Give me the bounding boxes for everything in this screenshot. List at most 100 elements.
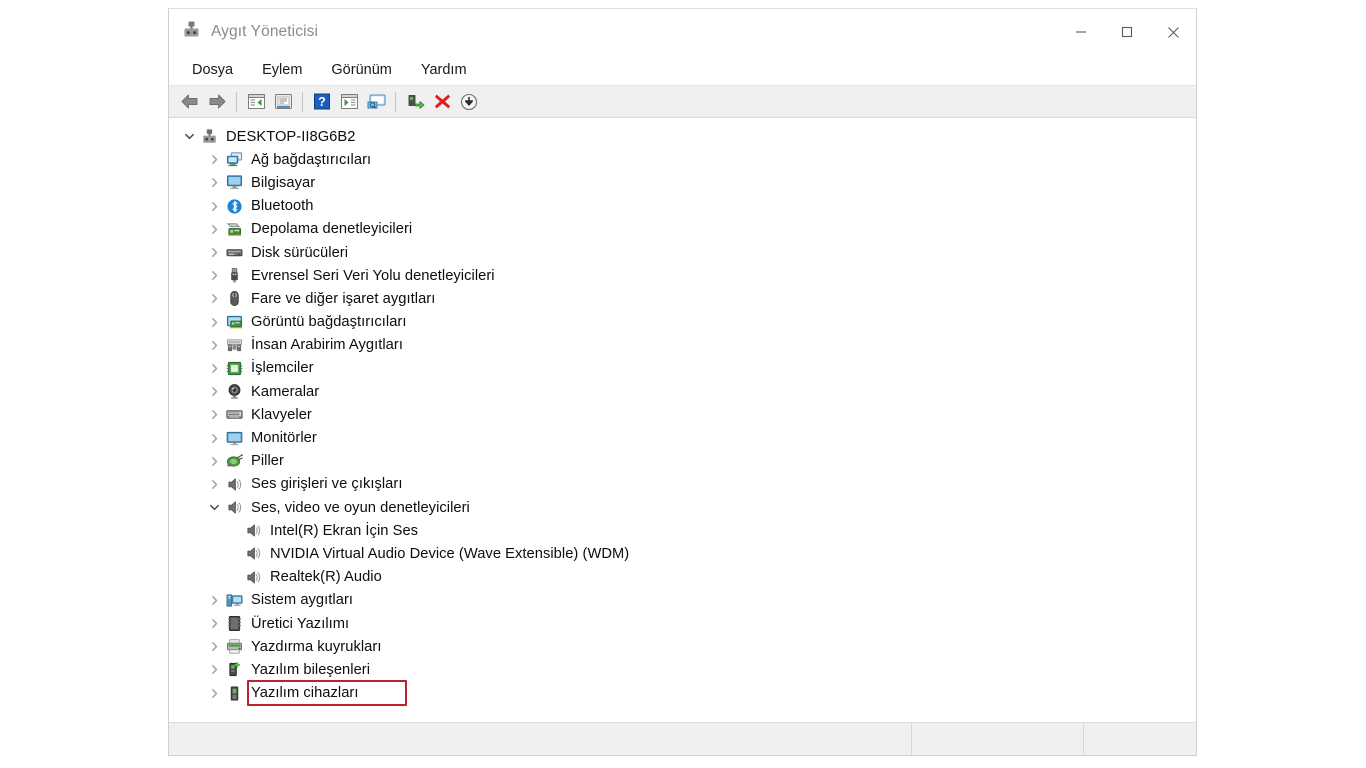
scan-hardware-icon[interactable] [363,89,389,114]
tree-row-network-adapters[interactable]: Ağ bağdaştırıcıları [169,148,1196,171]
tree-node-label: Yazılım cihazları [251,685,359,702]
tree-node-label: Ses, video ve oyun denetleyicileri [251,499,470,516]
tree-row-software-components[interactable]: Yazılım bileşenleri [169,658,1196,681]
menu-item-eylem[interactable]: Eylem [252,59,312,81]
tree-node-label: Depolama denetleyicileri [251,221,413,238]
tree-row-usb-controllers[interactable]: Evrensel Seri Veri Yolu denetleyicileri [169,264,1196,287]
tree-row-computer[interactable]: Bilgisayar [169,171,1196,194]
tree-node-label: Evrensel Seri Veri Yolu denetleyicileri [251,267,495,284]
chevron-right-icon[interactable] [205,688,223,699]
chevron-right-icon[interactable] [205,247,223,258]
chevron-right-icon[interactable] [205,224,223,235]
tree-node-label: Bilgisayar [251,174,316,191]
minimize-button[interactable] [1058,9,1104,55]
tree-row-mice[interactable]: Fare ve diğer işaret aygıtları [169,287,1196,310]
tree-row-keyboards[interactable]: Klavyeler [169,403,1196,426]
tree-row-print-queues[interactable]: Yazdırma kuyrukları [169,635,1196,658]
maximize-button[interactable] [1104,9,1150,55]
title-bar: Aygıt Yöneticisi [169,9,1196,55]
camera-icon [223,383,245,401]
speaker-icon [223,475,245,493]
tree-row-intel-display-audio[interactable]: Intel(R) Ekran İçin Ses [169,519,1196,542]
software-component-icon [223,661,245,679]
chevron-right-icon[interactable] [205,201,223,212]
speaker-icon [242,522,264,540]
tree-row-bluetooth[interactable]: Bluetooth [169,195,1196,218]
tree-node-label: Intel(R) Ekran İçin Ses [270,522,419,539]
menu-item-gorunum[interactable]: Görünüm [321,59,401,81]
menu-item-yardim[interactable]: Yardım [411,59,477,81]
chevron-right-icon[interactable] [205,409,223,420]
chevron-right-icon[interactable] [205,177,223,188]
download-driver-icon[interactable] [456,89,482,114]
chevron-right-icon[interactable] [205,293,223,304]
menu-bar: Dosya Eylem Görünüm Yardım [169,55,1196,86]
chevron-right-icon[interactable] [205,270,223,281]
tree-node-label: Disk sürücüleri [251,244,349,261]
tree-node-label: Realtek(R) Audio [270,569,382,586]
status-pane-main [169,723,912,755]
title-bar-left: Aygıt Yöneticisi [169,20,318,44]
tree-node-label: İnsan Arabirim Aygıtları [251,337,403,354]
bluetooth-icon [223,197,245,215]
tree-row-hid[interactable]: İnsan Arabirim Aygıtları [169,334,1196,357]
chevron-right-icon[interactable] [205,618,223,629]
chevron-right-icon[interactable] [205,154,223,165]
tree-node-label: Yazılım bileşenleri [251,661,371,678]
tree-node-label: Üretici Yazılımı [251,615,350,632]
chevron-right-icon[interactable] [205,340,223,351]
device-tree[interactable]: DESKTOP-II8G6B2 Ağ bağdaştırıcıları Bilg… [169,118,1196,722]
chevron-right-icon[interactable] [205,456,223,467]
update-driver-icon[interactable] [402,89,428,114]
speaker-icon [242,545,264,563]
chevron-right-icon[interactable] [205,386,223,397]
tree-row-software-devices[interactable]: Yazılım cihazları [169,682,1196,705]
properties-panel-icon[interactable] [243,89,269,114]
tree-node-label: Sistem aygıtları [251,592,354,609]
forward-arrow-icon[interactable] [204,89,230,114]
tree-node-label: Monitörler [251,430,317,447]
chevron-right-icon[interactable] [205,433,223,444]
tree-row-audio-inputs-outputs[interactable]: Ses girişleri ve çıkışları [169,473,1196,496]
chevron-right-icon[interactable] [205,641,223,652]
tree-row-processors[interactable]: İşlemciler [169,357,1196,380]
tree-row-monitors[interactable]: Monitörler [169,426,1196,449]
help-document-icon[interactable] [270,89,296,114]
tree-row-realtek-audio[interactable]: Realtek(R) Audio [169,566,1196,589]
processor-icon [223,359,245,377]
tree-row-nvidia-virtual-audio[interactable]: NVIDIA Virtual Audio Device (Wave Extens… [169,542,1196,565]
tree-row-firmware[interactable]: Üretici Yazılımı [169,612,1196,635]
chevron-right-icon[interactable] [205,664,223,675]
chevron-down-icon[interactable] [205,502,223,513]
chevron-right-icon[interactable] [205,479,223,490]
display-adapter-icon [223,313,245,331]
close-button[interactable] [1150,9,1196,55]
tree-row-sound-video-game-controllers[interactable]: Ses, video ve oyun denetleyicileri [169,496,1196,519]
menu-item-dosya[interactable]: Dosya [182,59,243,81]
tree-row-storage-controllers[interactable]: Depolama denetleyicileri [169,218,1196,241]
software-device-icon [223,684,245,702]
tree-row-root[interactable]: DESKTOP-II8G6B2 [169,125,1196,148]
network-adapter-icon [223,151,245,169]
chevron-right-icon[interactable] [205,595,223,606]
tree-node-label: Bluetooth [251,198,314,215]
uninstall-device-icon[interactable] [429,89,455,114]
tree-row-disk-drives[interactable]: Disk sürücüleri [169,241,1196,264]
tree-row-system-devices[interactable]: Sistem aygıtları [169,589,1196,612]
tree-node-label: Görüntü bağdaştırıcıları [251,314,407,331]
chevron-right-icon[interactable] [205,363,223,374]
toolbar: ? [169,86,1196,118]
tree-row-cameras[interactable]: Kameralar [169,380,1196,403]
chevron-right-icon[interactable] [205,317,223,328]
toolbar-separator [302,91,303,112]
back-arrow-icon[interactable] [177,89,203,114]
svg-text:?: ? [318,95,326,109]
show-hidden-devices-icon[interactable] [336,89,362,114]
tree-row-display-adapters[interactable]: Görüntü bağdaştırıcıları [169,311,1196,334]
help-question-icon[interactable]: ? [309,89,335,114]
monitor-icon [223,429,245,447]
battery-icon [223,452,245,470]
hid-device-icon [223,336,245,354]
chevron-down-icon[interactable] [180,131,198,142]
tree-row-batteries[interactable]: Piller [169,450,1196,473]
